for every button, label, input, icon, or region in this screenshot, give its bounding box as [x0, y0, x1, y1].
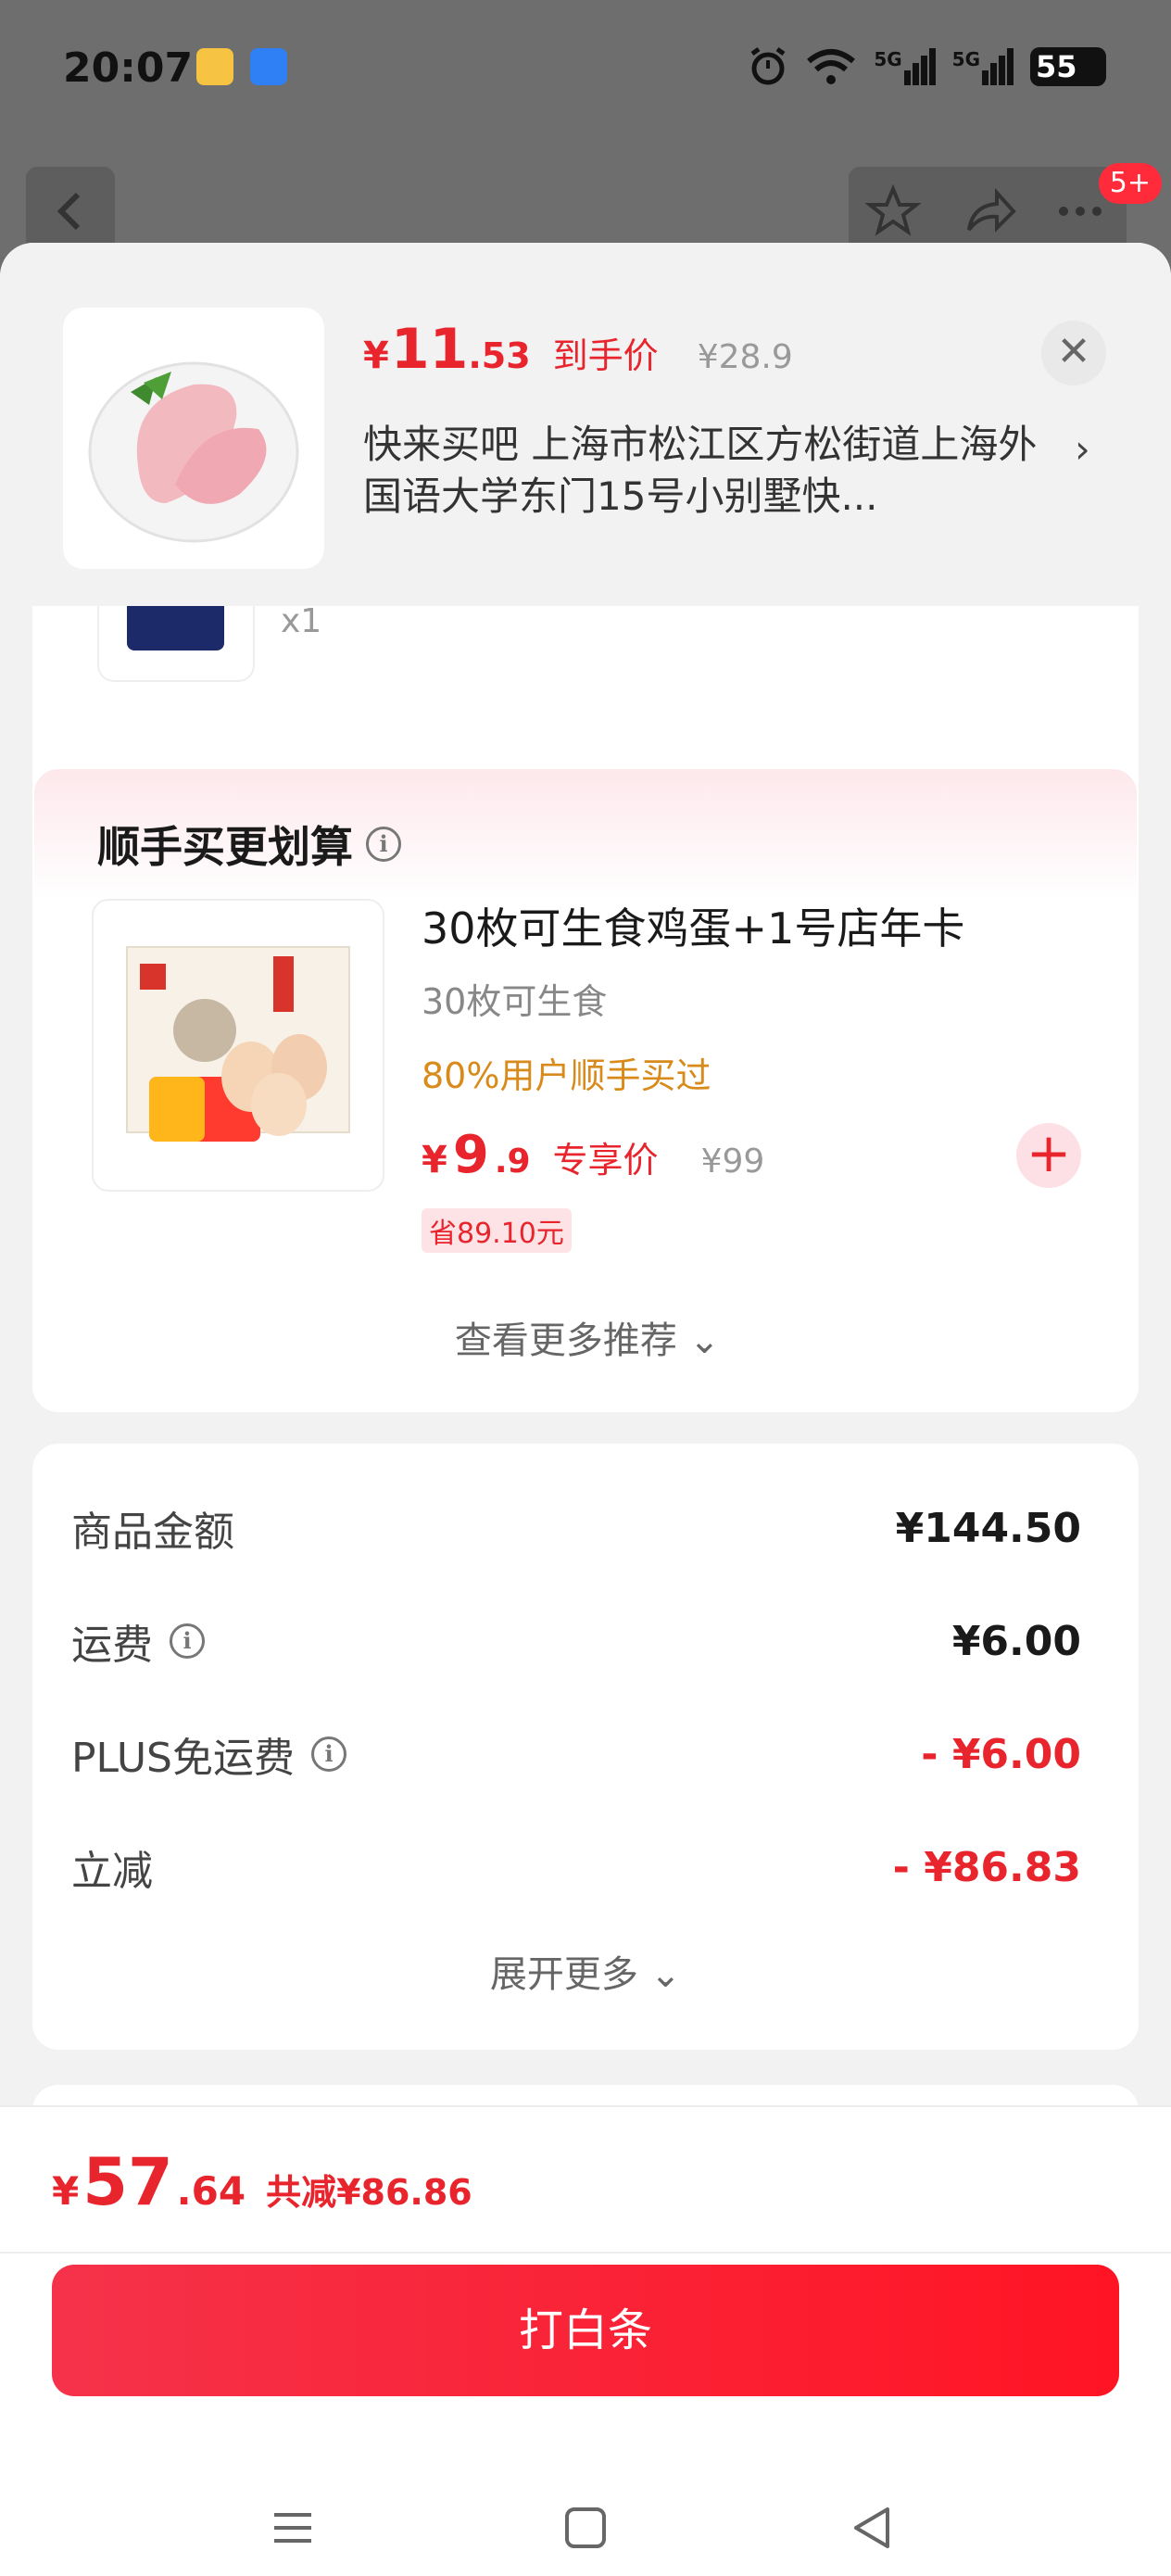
- back-icon[interactable]: [845, 2500, 900, 2556]
- save-tag: 省89.10元: [422, 1208, 572, 1253]
- recommend-title: 顺手买更划算 i: [97, 814, 401, 875]
- recommend-product-spec: 30枚可生食: [422, 981, 608, 1022]
- egg-box-image: [126, 946, 350, 1142]
- menu-icon[interactable]: [265, 2500, 321, 2556]
- alarm-icon: [750, 46, 786, 85]
- notification-badge: 5+: [1098, 163, 1162, 204]
- battery-icon: 55: [1030, 47, 1106, 86]
- total-price: ¥ 57 .64 共减¥86.86: [52, 2144, 472, 2220]
- recommend-price: ¥ 9 .9 专享价 ¥99: [422, 1125, 765, 1185]
- summary-row-discount: 立减 - ¥86.83: [71, 1843, 1081, 1896]
- status-bar: 20:07 5G 5G 55: [0, 0, 1171, 139]
- summary-row-plus-shipping: PLUS免运费 i - ¥6.00: [71, 1730, 1081, 1783]
- share-icon[interactable]: [962, 183, 1017, 239]
- price-summary-card: 商品金额 ¥144.50 运费 i ¥6.00 PLUS免运费 i - ¥6.00 …: [32, 1444, 1139, 2050]
- home-icon[interactable]: [558, 2500, 613, 2556]
- status-icons: 5G 5G 55: [748, 41, 1106, 93]
- cell-signal-2: 5G: [952, 48, 1014, 85]
- info-icon[interactable]: i: [366, 827, 401, 862]
- more-recommendations-link[interactable]: 查看更多推荐 ⌄: [34, 1310, 1140, 1364]
- recommend-product-image[interactable]: [92, 899, 384, 1192]
- order-item-thumbnail: [97, 606, 255, 682]
- wifi-icon: [807, 49, 856, 84]
- plus-icon: +: [1026, 1121, 1072, 1184]
- original-price: ¥99: [700, 1143, 765, 1181]
- divider: [0, 2252, 1171, 2254]
- chicken-breast-image: [88, 361, 299, 543]
- chevron-right-icon[interactable]: ›: [1075, 426, 1090, 472]
- checkout-footer: ¥ 57 .64 共减¥86.86 打白条: [0, 2105, 1171, 2576]
- star-icon[interactable]: [865, 183, 921, 239]
- recommend-product-name[interactable]: 30枚可生食鸡蛋+1号店年卡: [422, 895, 964, 956]
- delivery-address[interactable]: 快来买吧 上海市松江区方松街道上海外国语大学东门15号小别墅快...: [363, 419, 1067, 523]
- status-time: 20:07: [63, 44, 194, 92]
- add-to-cart-button[interactable]: +: [1016, 1123, 1081, 1188]
- info-icon[interactable]: i: [311, 1736, 346, 1772]
- info-icon[interactable]: i: [170, 1623, 205, 1659]
- summary-row-goods: 商品金额 ¥144.50: [71, 1504, 1081, 1557]
- shield-app-icon: [250, 48, 287, 85]
- system-nav-bar: [0, 2485, 1171, 2576]
- expand-more-link[interactable]: 展开更多 ⌄: [32, 1944, 1139, 1998]
- total-saved: 共减¥86.86: [266, 2172, 472, 2213]
- order-item-quantity: x1: [281, 602, 322, 640]
- pay-button[interactable]: 打白条: [52, 2265, 1119, 2396]
- price-label: 到手价: [552, 335, 659, 376]
- price-label: 专享价: [552, 1140, 659, 1181]
- original-price: ¥28.9: [697, 338, 793, 376]
- weibo-icon: [196, 48, 233, 85]
- sheet-header: ¥ 11 .53 到手价 ¥28.9 ✕ 快来买吧 上海市松江区方松街道上海外国…: [0, 243, 1171, 606]
- summary-row-shipping: 运费 i ¥6.00: [71, 1617, 1081, 1670]
- recommend-card: 顺手买更划算 i 30枚可生食鸡蛋+1号店年卡 30枚可生食 80%用户顺手买过…: [32, 767, 1139, 1412]
- product-image: [63, 308, 324, 569]
- header-price: ¥ 11 .53 到手价 ¥28.9: [363, 317, 793, 382]
- cell-signal-1: 5G: [874, 48, 936, 85]
- close-icon: ✕: [1056, 328, 1091, 375]
- recommend-buy-rate: 80%用户顺手买过: [422, 1055, 711, 1096]
- close-button[interactable]: ✕: [1041, 321, 1106, 385]
